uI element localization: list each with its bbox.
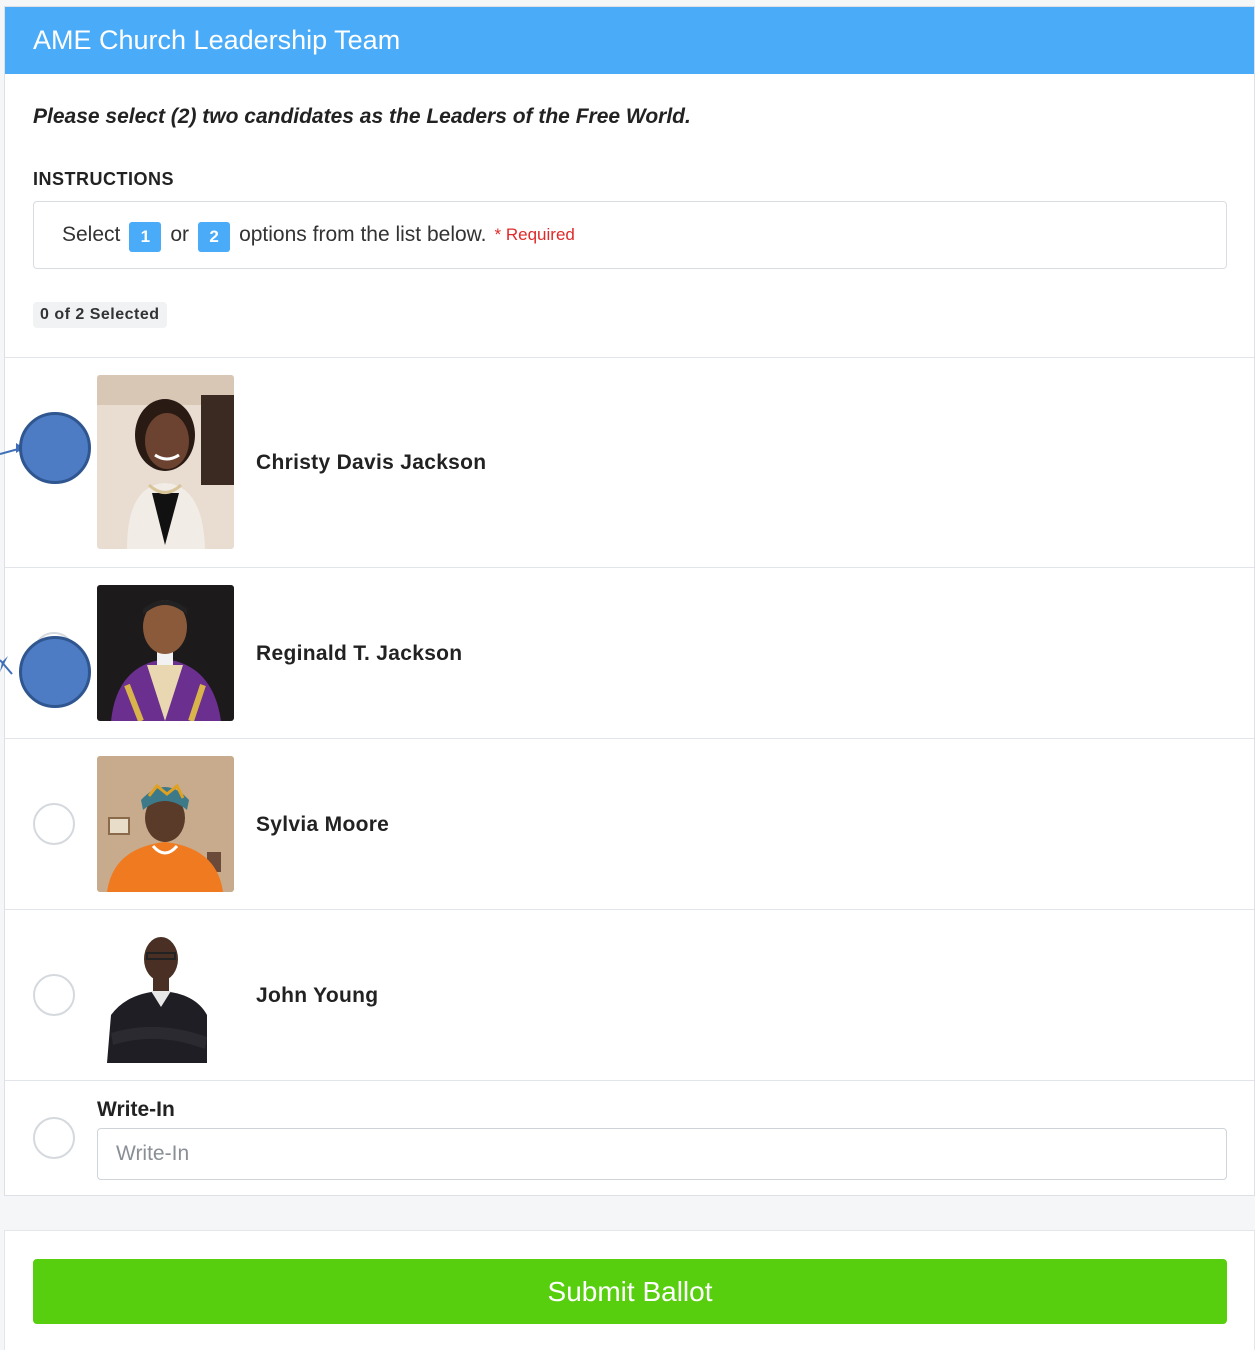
portrait-woman-orange-icon	[97, 756, 234, 892]
ballot-header: AME Church Leadership Team	[5, 7, 1254, 74]
required-label: * Required	[494, 225, 575, 244]
instructions-title: INSTRUCTIONS	[33, 169, 174, 189]
selection-count-badge: 0 of 2 Selected	[33, 302, 167, 328]
candidate-name: John Young	[256, 984, 379, 1007]
candidate-row[interactable]: John Young	[5, 909, 1254, 1080]
candidate-name: Reginald T. Jackson	[256, 642, 463, 665]
instructions-joiner: or	[170, 223, 190, 246]
ballot-prompt: Please select (2) two candidates as the …	[33, 105, 691, 128]
write-in-label: Write-In	[97, 1098, 175, 1121]
instructions-box: Select 1 or 2 options from the list belo…	[33, 201, 1227, 269]
submit-card: Submit Ballot	[4, 1230, 1255, 1350]
write-in-input[interactable]	[97, 1128, 1227, 1180]
portrait-man-sweater-icon	[97, 927, 234, 1063]
min-selection-badge: 1	[129, 222, 162, 252]
candidate-radio[interactable]	[33, 974, 75, 1016]
ballot-title: AME Church Leadership Team	[33, 25, 401, 55]
portrait-man-robe-icon	[97, 585, 234, 721]
candidate-row[interactable]: Sylvia Moore	[5, 738, 1254, 909]
candidate-radio[interactable]	[33, 803, 75, 845]
max-selection-badge: 2	[198, 222, 231, 252]
candidate-row[interactable]: Christy Davis Jackson	[5, 357, 1254, 567]
candidate-name: Sylvia Moore	[256, 813, 390, 836]
selection-marker	[19, 412, 91, 484]
candidate-row[interactable]: Reginald T. Jackson	[5, 567, 1254, 738]
write-in-row: Write-In	[5, 1080, 1254, 1196]
portrait-woman-icon	[97, 375, 234, 549]
write-in-radio[interactable]	[33, 1117, 75, 1159]
selection-marker	[19, 636, 91, 708]
ballot-page: AME Church Leadership Team Please select…	[0, 0, 1255, 1350]
instructions-suffix: options from the list below.	[239, 223, 487, 246]
instructions-prefix: Select	[62, 223, 121, 246]
ballot-card: AME Church Leadership Team Please select…	[4, 6, 1255, 1196]
candidate-name: Christy Davis Jackson	[256, 451, 487, 474]
submit-ballot-button[interactable]: Submit Ballot	[33, 1259, 1227, 1324]
